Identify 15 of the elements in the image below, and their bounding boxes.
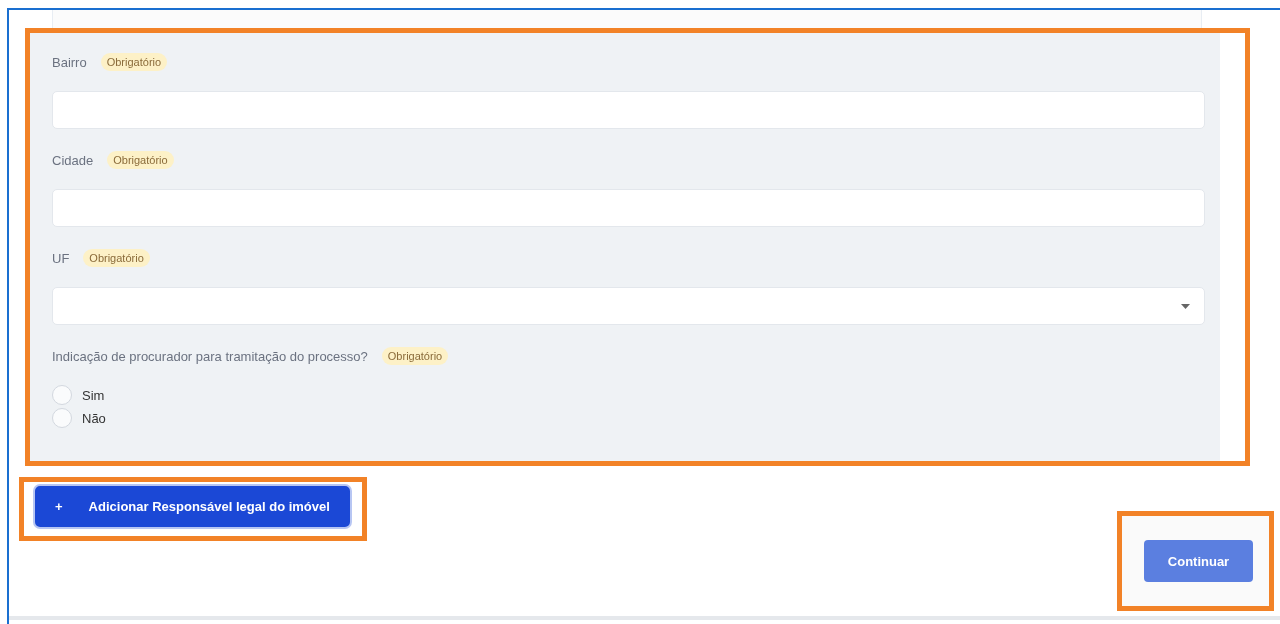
radio-label: Não — [82, 410, 106, 426]
required-badge: Obrigatório — [83, 249, 150, 267]
radio-button[interactable] — [52, 408, 72, 428]
caret-down-icon — [1181, 303, 1190, 309]
required-badge: Obrigatório — [107, 151, 174, 169]
field-label: UF — [52, 250, 70, 266]
field-label: Bairro — [52, 54, 87, 70]
select-field[interactable] — [52, 287, 1205, 325]
radio-label: Sim — [82, 387, 105, 403]
question-label: Indicação de procurador para tramitação do processo? — [52, 348, 368, 364]
field-label: Cidade — [52, 152, 94, 168]
radio-button[interactable] — [52, 385, 72, 405]
required-badge: Obrigatório — [381, 347, 449, 365]
required-badge: Obrigatório — [100, 53, 168, 71]
add-button[interactable]: + Adicionar Responsável legal do imóvel — [33, 484, 352, 529]
